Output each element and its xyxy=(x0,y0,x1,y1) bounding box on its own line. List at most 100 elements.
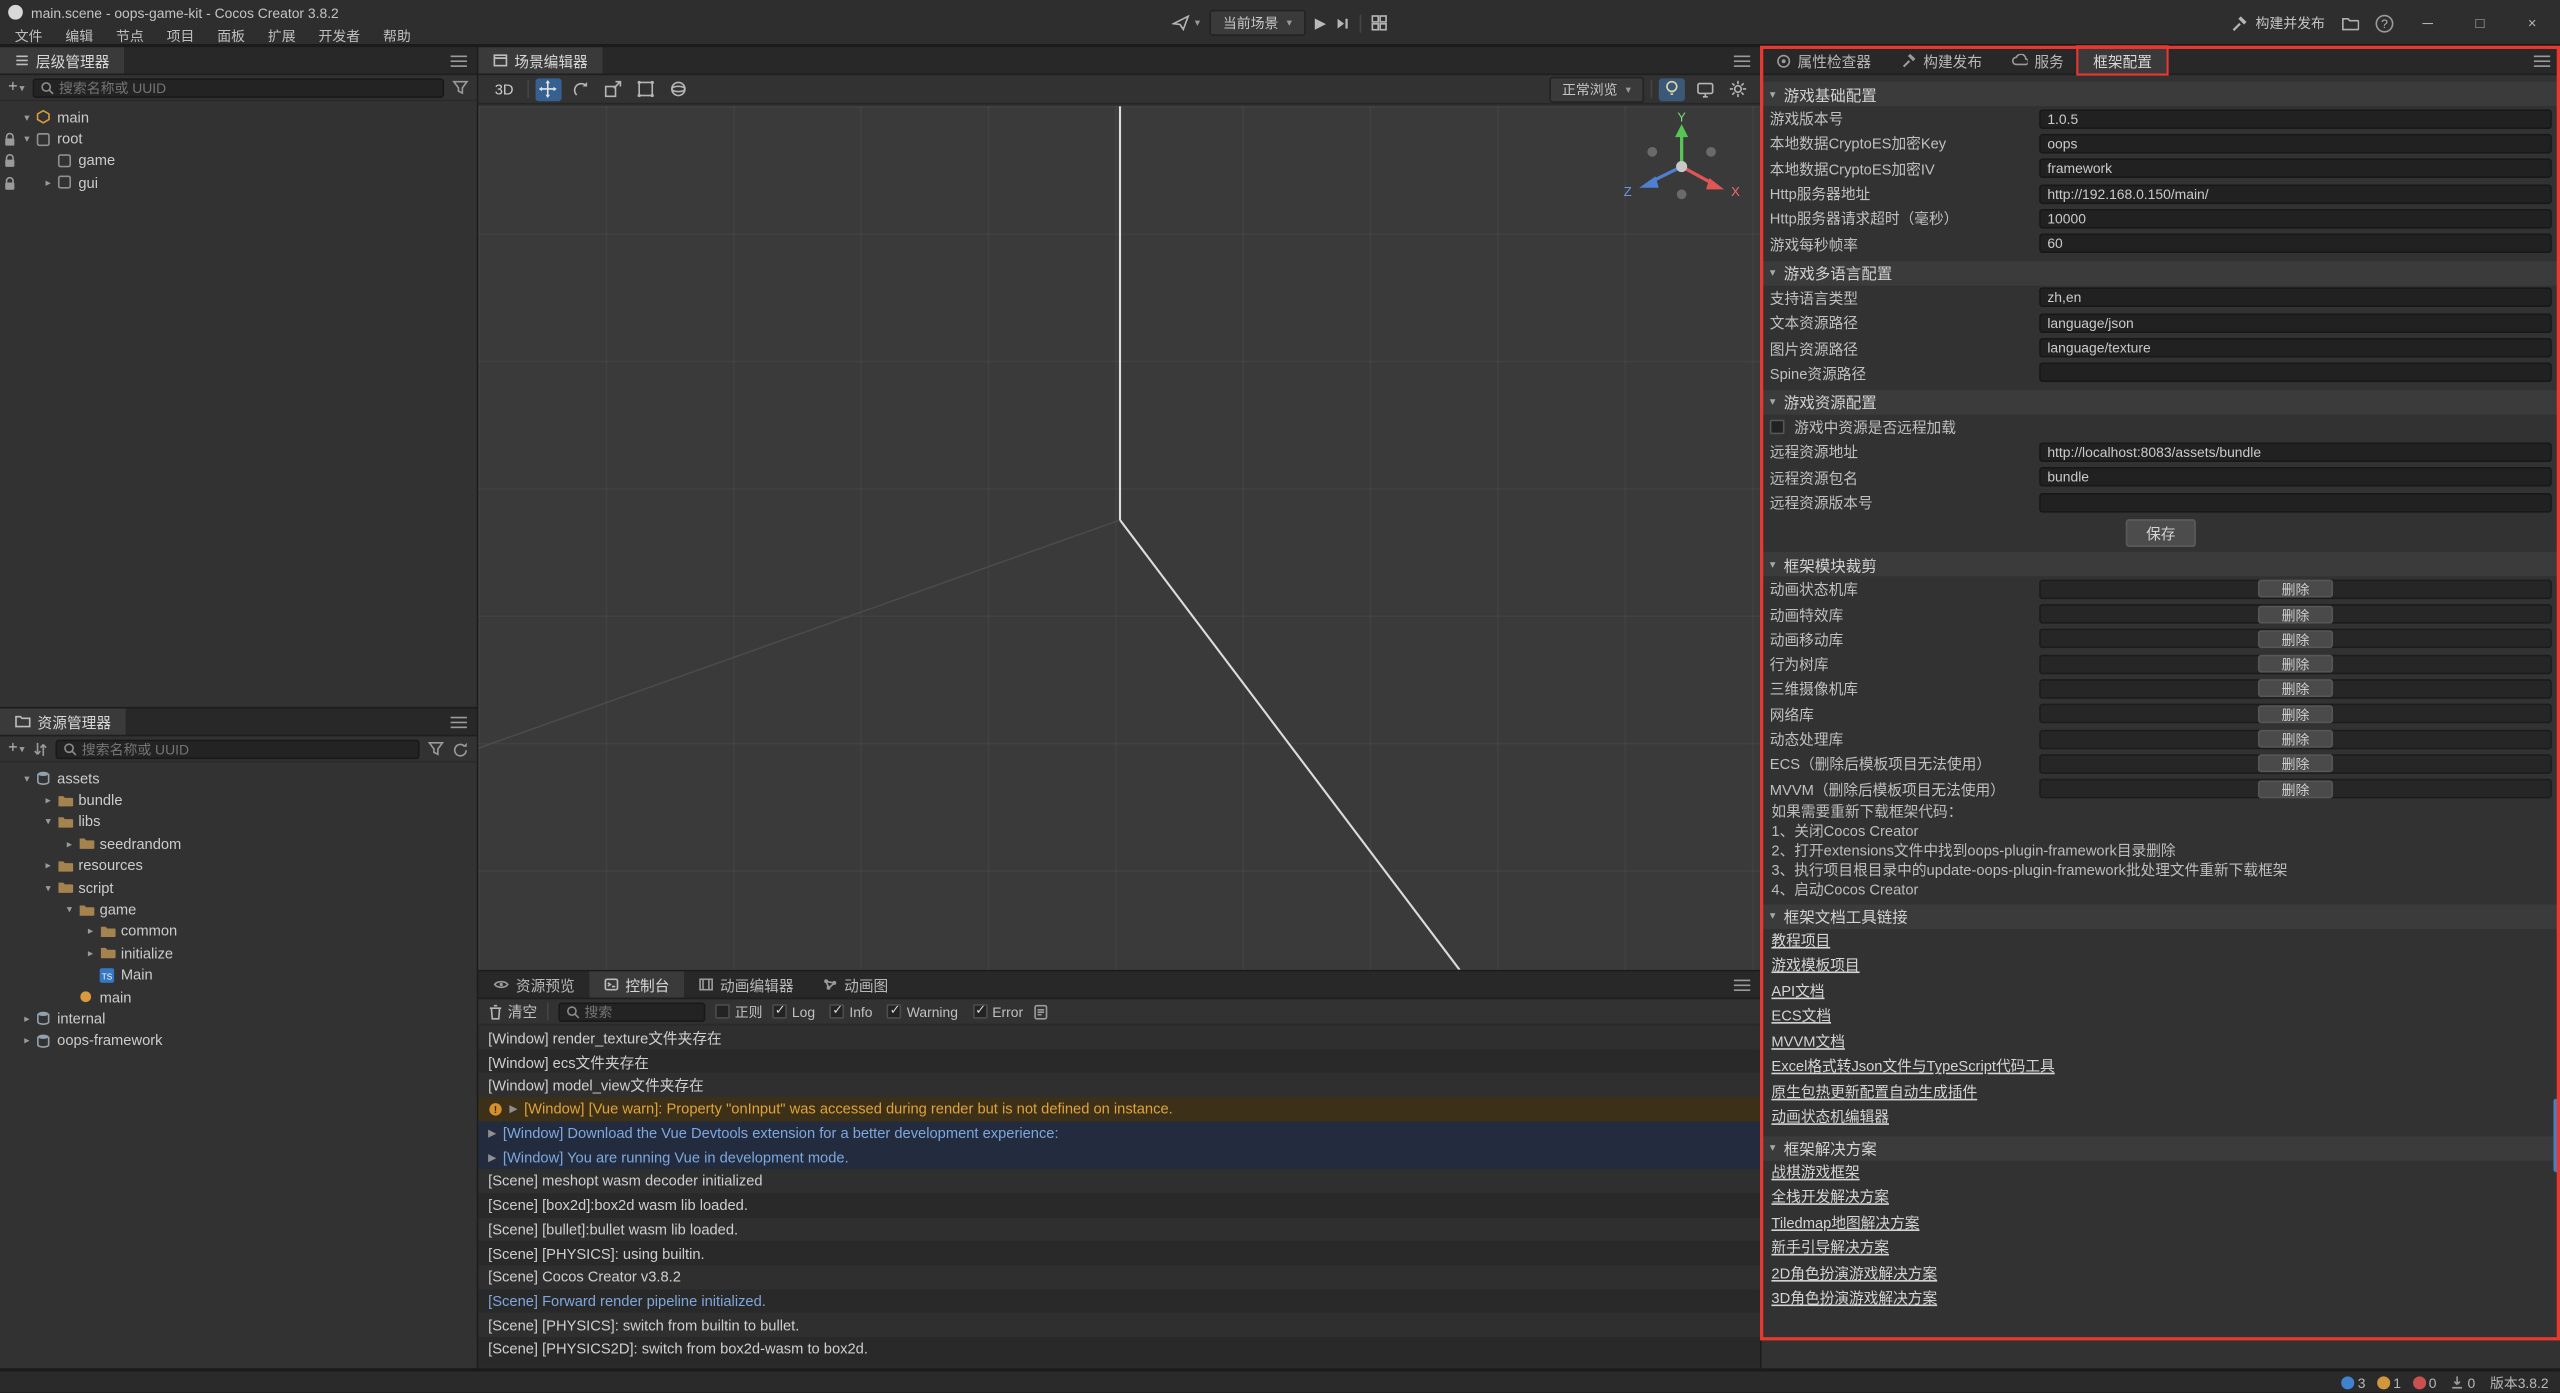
delete-button[interactable]: 删除 xyxy=(2259,655,2332,673)
basic-input[interactable] xyxy=(2039,109,2552,129)
close-button[interactable]: × xyxy=(2514,0,2550,46)
log-row[interactable]: [Window] model_view文件夹存在 xyxy=(478,1073,1760,1097)
tree-item-main[interactable]: ▾main xyxy=(0,106,477,128)
delete-button[interactable]: 删除 xyxy=(2259,730,2332,748)
basic-input[interactable] xyxy=(2039,134,2552,154)
log-row[interactable]: [Scene] Cocos Creator v3.8.2 xyxy=(478,1265,1760,1289)
clear-console-button[interactable]: 清空 xyxy=(488,1001,537,1022)
resource-input[interactable] xyxy=(2039,492,2552,512)
delete-button[interactable]: 删除 xyxy=(2259,630,2332,648)
build-publish-button[interactable]: 构建并发布 xyxy=(2231,13,2325,33)
resource-input[interactable] xyxy=(2039,467,2552,487)
expand-arrow[interactable]: ▸ xyxy=(41,794,56,807)
checkbox[interactable] xyxy=(772,1004,787,1019)
scene-view-config-button[interactable] xyxy=(1691,78,1717,101)
section-header[interactable]: ▾游戏多语言配置 xyxy=(1762,261,2560,285)
menu-item-文件[interactable]: 文件 xyxy=(3,25,54,45)
remote-load-checkbox[interactable] xyxy=(1770,420,1785,435)
add-asset-button[interactable]: +▾ xyxy=(8,740,25,758)
section-header[interactable]: ▾游戏基础配置 xyxy=(1762,82,2560,106)
doc-link[interactable]: 动画状态机编辑器 xyxy=(1762,1106,2560,1131)
i18n-input[interactable] xyxy=(2039,288,2552,308)
solution-link[interactable]: 3D角色扮演游戏解决方案 xyxy=(1762,1287,2560,1312)
play-button[interactable]: ▶ xyxy=(1315,14,1326,32)
expand-arrow[interactable]: ▾ xyxy=(20,132,35,145)
help-icon[interactable]: ? xyxy=(2376,14,2394,32)
lighting-toggle-button[interactable] xyxy=(1659,78,1685,101)
doc-link[interactable]: MVVM文档 xyxy=(1762,1030,2560,1055)
resource-input[interactable] xyxy=(2039,442,2552,462)
log-row[interactable]: [Scene] [box2d]:box2d wasm lib loaded. xyxy=(478,1193,1760,1217)
sort-icon[interactable] xyxy=(33,740,48,756)
i18n-input[interactable] xyxy=(2039,363,2552,383)
panel-menu-icon[interactable] xyxy=(451,716,467,727)
expand-arrow[interactable]: ▸ xyxy=(20,1012,35,1025)
doc-link[interactable]: API文档 xyxy=(1762,979,2560,1004)
expand-arrow[interactable]: ▾ xyxy=(20,772,35,785)
expand-arrow[interactable]: ▾ xyxy=(41,881,56,894)
tree-item-game[interactable]: game xyxy=(0,150,477,172)
tree-item-main[interactable]: main xyxy=(0,986,477,1008)
scrollbar-thumb[interactable] xyxy=(2553,1099,2558,1172)
console-search[interactable] xyxy=(558,1002,705,1022)
expand-arrow[interactable]: ▾ xyxy=(20,111,35,124)
tree-item-internal[interactable]: ▸internal xyxy=(0,1008,477,1030)
tree-item-bundle[interactable]: ▸bundle xyxy=(0,789,477,811)
solution-link[interactable]: 2D角色扮演游戏解决方案 xyxy=(1762,1262,2560,1287)
expand-arrow[interactable]: ▸ xyxy=(20,1034,35,1047)
delete-button[interactable]: 删除 xyxy=(2259,705,2332,723)
tab-asset-preview[interactable]: 资源预览 xyxy=(478,971,589,997)
menu-item-开发者[interactable]: 开发者 xyxy=(307,25,372,45)
orientation-gizmo[interactable]: Y X Z xyxy=(1616,113,1747,227)
status-error-count[interactable]: 0 xyxy=(2412,1374,2436,1390)
expand-arrow[interactable]: ▸ xyxy=(41,176,56,189)
log-row[interactable]: [Scene] Forward render pipeline initiali… xyxy=(478,1289,1760,1313)
expand-arrow[interactable]: ▸ xyxy=(83,947,98,960)
menu-item-帮助[interactable]: 帮助 xyxy=(372,25,423,45)
add-node-button[interactable]: +▾ xyxy=(8,78,25,96)
tree-item-initialize[interactable]: ▸initialize xyxy=(0,942,477,964)
tree-item-root[interactable]: ▾root xyxy=(0,128,477,150)
checkbox[interactable] xyxy=(830,1004,845,1019)
section-header[interactable]: ▾框架文档工具链接 xyxy=(1762,904,2560,928)
save-button[interactable]: 保存 xyxy=(2127,519,2196,547)
log-row[interactable]: [Scene] [PHYSICS]: switch from builtin t… xyxy=(478,1313,1760,1337)
solution-link[interactable]: 战棋游戏框架 xyxy=(1762,1161,2560,1186)
filter-info[interactable]: Info xyxy=(830,1003,873,1019)
menu-item-面板[interactable]: 面板 xyxy=(206,25,257,45)
expand-arrow[interactable]: ▾ xyxy=(41,815,56,828)
maximize-button[interactable]: □ xyxy=(2462,0,2498,46)
expand-arrow[interactable]: ▸ xyxy=(83,925,98,938)
status-warning-count[interactable]: 1 xyxy=(2377,1374,2401,1390)
tree-item-gui[interactable]: ▸gui xyxy=(0,172,477,194)
assets-search[interactable] xyxy=(56,739,420,759)
checkbox[interactable] xyxy=(887,1004,902,1019)
tab-hierarchy[interactable]: 层级管理器 xyxy=(0,47,124,73)
view-mode-dropdown[interactable]: 正常浏览 ▾ xyxy=(1549,76,1644,102)
doc-link[interactable]: ECS文档 xyxy=(1762,1005,2560,1030)
doc-link[interactable]: Excel格式转Json文件与TypeScript代码工具 xyxy=(1762,1055,2560,1080)
panel-menu-icon[interactable] xyxy=(1734,979,1750,990)
section-header[interactable]: ▾框架模块裁剪 xyxy=(1762,552,2560,576)
delete-button[interactable]: 删除 xyxy=(2259,780,2332,798)
basic-input[interactable] xyxy=(2039,234,2552,254)
i18n-input[interactable] xyxy=(2039,338,2552,358)
basic-input[interactable] xyxy=(2039,159,2552,179)
log-row[interactable]: ▶[Window] Download the Vue Devtools exte… xyxy=(478,1121,1760,1145)
rotate-tool-button[interactable] xyxy=(567,78,593,101)
log-row[interactable]: ▶[Window] You are running Vue in develop… xyxy=(478,1145,1760,1169)
solution-link[interactable]: 新手引导解决方案 xyxy=(1762,1236,2560,1261)
hierarchy-search-input[interactable] xyxy=(59,79,436,95)
tree-item-game[interactable]: ▾game xyxy=(0,899,477,921)
panel-menu-icon[interactable] xyxy=(2534,55,2550,66)
console-search-input[interactable] xyxy=(585,1003,698,1019)
scale-tool-button[interactable] xyxy=(600,78,626,101)
delete-button[interactable]: 删除 xyxy=(2259,680,2332,698)
log-row[interactable]: [Window] render_texture文件夹存在 xyxy=(478,1025,1760,1049)
preview-device-dropdown[interactable]: ▾ xyxy=(1172,15,1200,31)
solution-link[interactable]: 全栈开发解决方案 xyxy=(1762,1186,2560,1211)
doc-link[interactable]: 游戏模板项目 xyxy=(1762,954,2560,979)
tab-framework-config[interactable]: 框架配置 xyxy=(2078,47,2166,73)
log-row[interactable]: [Window] ecs文件夹存在 xyxy=(478,1049,1760,1073)
regex-checkbox[interactable] xyxy=(715,1004,730,1019)
